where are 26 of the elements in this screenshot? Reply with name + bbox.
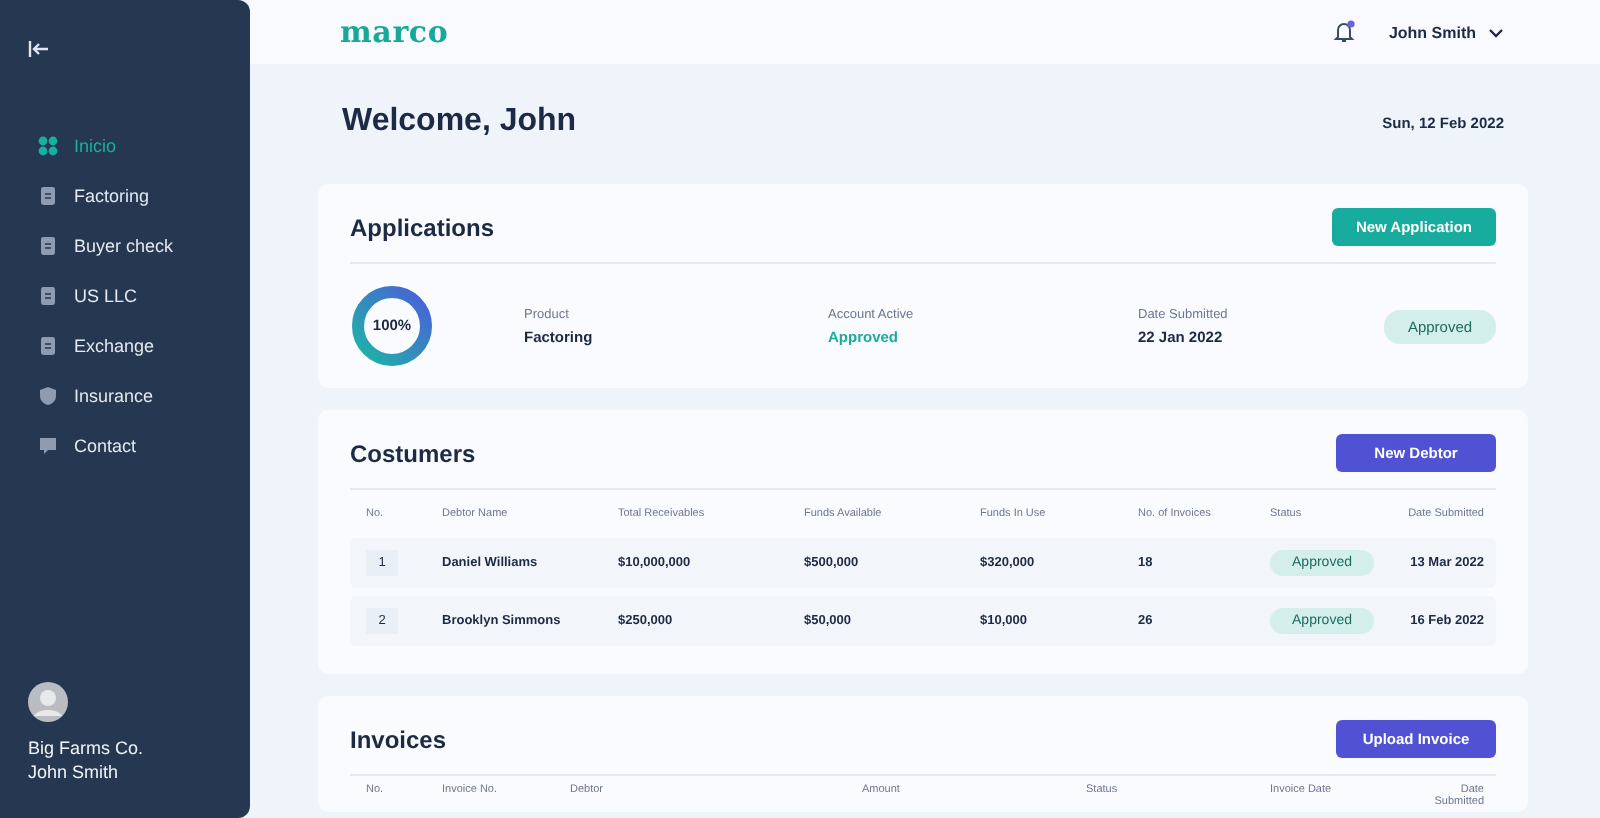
nav-item[interactable]: US LLC: [38, 278, 138, 312]
document-icon: [38, 185, 58, 205]
collapse-icon[interactable]: [28, 40, 50, 58]
nav-item[interactable]: Inicio: [38, 128, 117, 162]
card-title: Applications: [350, 213, 495, 241]
document-icon: [38, 335, 58, 355]
document-icon: [38, 285, 58, 305]
avatar: [28, 682, 68, 722]
nav-item[interactable]: Buyer check: [38, 228, 174, 262]
logo: marco: [340, 14, 449, 50]
chat-icon: [38, 435, 58, 455]
welcome-title: Welcome, John: [342, 104, 577, 140]
card-title: Invoices: [350, 725, 447, 753]
nav-item[interactable]: Contact: [38, 428, 137, 462]
nav-item[interactable]: Factoring: [38, 178, 150, 212]
shield-icon: [38, 385, 58, 405]
grid-icon: [38, 135, 58, 155]
user-name: John Smith: [28, 762, 119, 782]
company-name: Big Farms Co.: [28, 738, 144, 758]
bell-icon[interactable]: [1332, 20, 1357, 44]
nav-item[interactable]: Insurance: [38, 378, 154, 412]
card-title: Costumers: [350, 439, 476, 467]
document-icon: [38, 235, 58, 255]
chevron-down-icon[interactable]: [1488, 27, 1504, 37]
user-menu[interactable]: John Smith: [1388, 23, 1476, 41]
nav-item[interactable]: Exchange: [38, 328, 155, 362]
